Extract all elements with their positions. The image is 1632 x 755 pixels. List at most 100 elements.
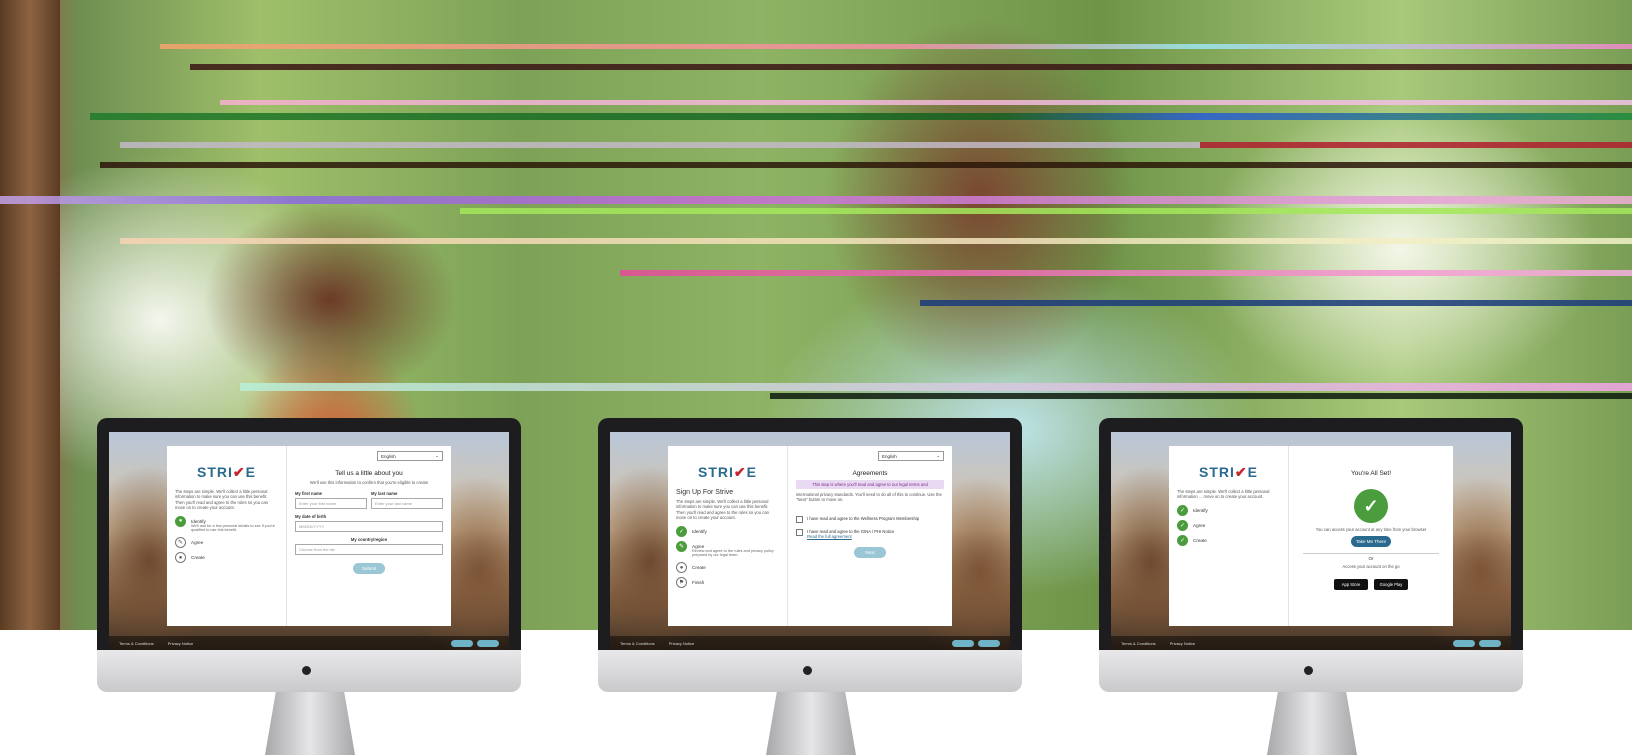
terms-link[interactable]: Terms & Conditions <box>119 641 154 646</box>
screen-footer: Terms & Conditions Privacy Notice <box>1111 636 1511 650</box>
glitch-stripe <box>0 44 1632 49</box>
privacy-link[interactable]: Privacy Notice <box>1170 641 1196 646</box>
chevron-down-icon: ⌄ <box>936 453 940 458</box>
monitor-screen: STRI✔E The steps are simple. We'll colle… <box>1111 432 1511 650</box>
agreements-highlight: This step is where you'll read and agree… <box>796 480 944 489</box>
step-agree: ✎ Agree <box>175 537 278 549</box>
pencil-icon: ✎ <box>175 537 186 549</box>
camera-dot <box>803 666 812 675</box>
monitor-stand <box>265 692 355 755</box>
monitor-stand <box>766 692 856 755</box>
read-agreement-link[interactable]: Read the full agreement <box>807 534 852 539</box>
app-text: Access your account on the go <box>1342 564 1400 570</box>
or-divider <box>1303 553 1439 555</box>
screen-footer: Terms & Conditions Privacy Notice <box>109 636 509 650</box>
agreements-title: Agreements <box>852 470 888 477</box>
glitch-stripe <box>0 383 1632 391</box>
glitch-stripe <box>0 196 1632 204</box>
store-badges: App Store Google Play <box>1297 579 1445 591</box>
monitor-stand <box>1267 692 1357 755</box>
or-label: Or <box>1368 556 1374 562</box>
app-store-badge-mini[interactable] <box>1453 639 1475 647</box>
access-text: You can access your account at any time … <box>1315 527 1427 532</box>
language-select[interactable]: English ⌄ <box>377 451 443 461</box>
google-play-badge-mini[interactable] <box>477 639 499 647</box>
step-identify: ✓ Identify <box>676 525 779 537</box>
app-store-badge-mini[interactable] <box>952 639 974 647</box>
privacy-link[interactable]: Privacy Notice <box>669 641 695 646</box>
terms-link[interactable]: Terms & Conditions <box>1121 641 1156 646</box>
submit-button[interactable]: Submit <box>353 563 385 575</box>
app-store-button[interactable]: App Store <box>1334 579 1368 591</box>
last-name-label: My last name <box>371 491 398 497</box>
success-check-icon: ✓ <box>1354 489 1388 523</box>
glitch-stripe <box>0 142 1632 148</box>
google-play-badge-mini[interactable] <box>1479 639 1501 647</box>
complete-column: You're All Set! ✓ You can access your ac… <box>1289 446 1453 626</box>
google-play-button[interactable]: Google Play <box>1374 579 1408 591</box>
check-icon: ✓ <box>1177 534 1188 546</box>
signup-panel: STRI✔E The steps are simple. We'll colle… <box>1169 446 1453 626</box>
gina-checkbox[interactable] <box>796 529 803 537</box>
country-label: My country/region <box>350 537 388 543</box>
all-set-title: You're All Set! <box>1350 470 1392 477</box>
google-play-badge-mini[interactable] <box>978 639 1000 647</box>
step-create: ✓ Create <box>1177 534 1280 546</box>
glitch-stripe <box>0 162 1632 168</box>
glitch-stripe <box>0 113 1632 120</box>
dob-input[interactable]: MM/DD/YYYY <box>295 521 443 533</box>
form-column: English ⌄ Tell us a little about you We'l… <box>287 446 451 626</box>
step-create: ● Create <box>676 562 779 574</box>
glitch-stripe <box>0 64 1632 70</box>
monitor-screen: STRI✔E Sign Up For Strive The steps are … <box>610 432 1010 650</box>
steps-column: STRI✔E The steps are simple. We'll colle… <box>167 446 287 626</box>
steps-column: STRI✔E The steps are simple. We'll colle… <box>1169 446 1289 626</box>
glitch-stripe <box>0 300 1632 306</box>
last-name-input[interactable]: Enter your last name <box>371 498 443 510</box>
step-identify: ✓ Identify <box>1177 504 1280 516</box>
terms-link[interactable]: Terms & Conditions <box>620 641 655 646</box>
tree-trunk <box>0 0 60 630</box>
form-description: We'll use this information to confirm th… <box>309 480 429 485</box>
form-title: Tell us a little about you <box>335 470 403 477</box>
step-identify: ● Identify We'll ask for a few personal d… <box>175 515 278 534</box>
monitor-all-set: STRI✔E The steps are simple. We'll colle… <box>1099 418 1523 755</box>
check-icon: ✓ <box>676 525 687 537</box>
pencil-icon: ✎ <box>676 540 687 552</box>
check-icon: ✓ <box>1177 504 1188 516</box>
agreements-text: international privacy standards. You'll … <box>796 492 942 503</box>
intro-text: The steps are simple. We'll collect a li… <box>175 489 268 511</box>
signup-panel: STRI✔E The steps are simple. We'll colle… <box>167 446 451 626</box>
monitor-identify: STRI✔E The steps are simple. We'll colle… <box>97 418 521 755</box>
glitch-stripe <box>0 270 1632 276</box>
strive-logo: STRI✔E <box>1199 464 1258 480</box>
step-create: ● Create <box>175 552 278 564</box>
strive-logo: STRI✔E <box>698 464 757 480</box>
person-icon: ● <box>676 562 687 574</box>
first-name-input[interactable]: Enter your first name <box>295 498 367 510</box>
language-select[interactable]: English ⌄ <box>878 451 944 461</box>
chevron-down-icon: ⌄ <box>435 453 439 458</box>
monitor-chin <box>1099 650 1523 692</box>
intro-text: The steps are simple. We'll collect a li… <box>1177 489 1270 500</box>
glitch-stripe <box>0 100 1632 105</box>
next-button[interactable]: Next <box>854 547 886 559</box>
privacy-link[interactable]: Privacy Notice <box>168 641 194 646</box>
membership-checkbox[interactable] <box>796 516 803 524</box>
flag-icon: ⚑ <box>676 577 687 589</box>
dob-label: My date of birth <box>295 514 327 520</box>
camera-dot <box>302 666 311 675</box>
monitor-screen: STRI✔E The steps are simple. We'll colle… <box>109 432 509 650</box>
app-store-badge-mini[interactable] <box>451 639 473 647</box>
identify-icon: ● <box>175 515 186 527</box>
country-select[interactable]: Choose from the list <box>295 544 443 556</box>
screen-footer: Terms & Conditions Privacy Notice <box>610 636 1010 650</box>
first-name-label: My first name <box>295 491 322 497</box>
agreements-column: English ⌄ Agreements This step is where y… <box>788 446 952 626</box>
steps-column: STRI✔E Sign Up For Strive The steps are … <box>668 446 788 626</box>
person-icon: ● <box>175 552 186 564</box>
intro-text: The steps are simple. We'll collect a li… <box>676 499 769 521</box>
strive-logo: STRI✔E <box>197 464 256 480</box>
take-me-there-button[interactable]: Take Me There <box>1351 536 1391 548</box>
gina-agreement: I have read and agree to the GINA / PHI … <box>796 529 944 539</box>
